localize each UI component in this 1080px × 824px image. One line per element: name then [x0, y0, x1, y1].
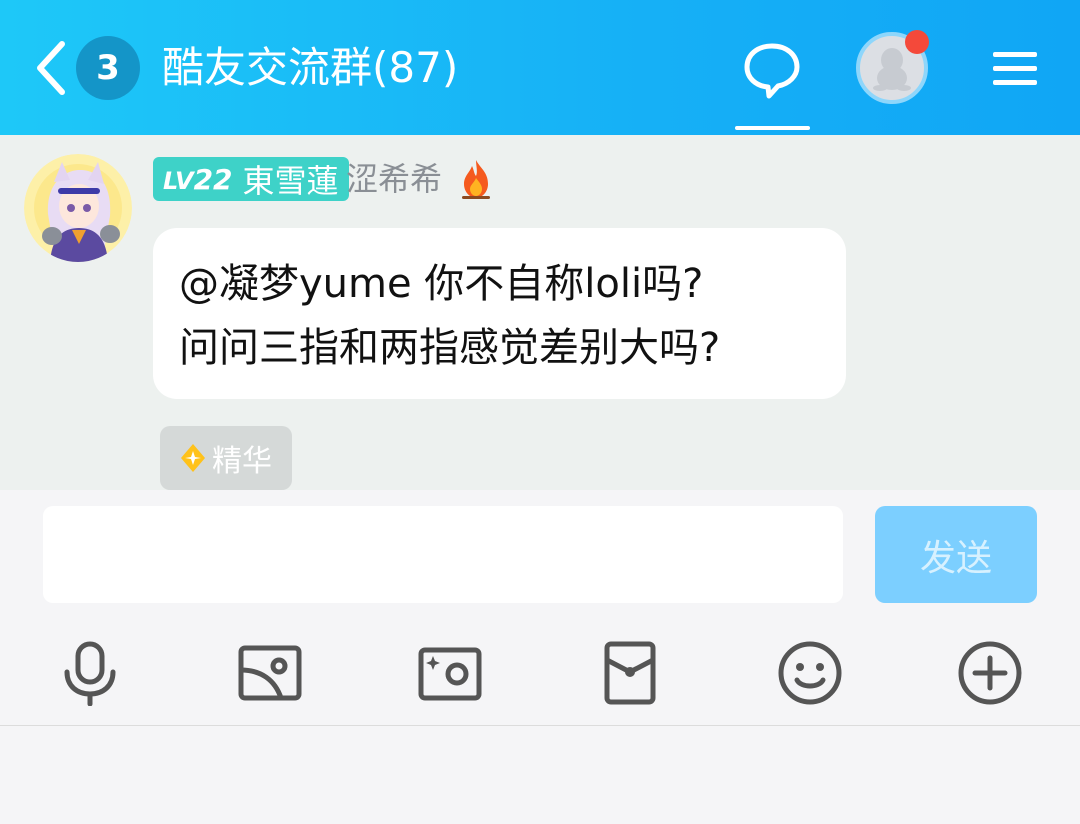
message-input[interactable] — [43, 506, 843, 603]
back-arrow-icon[interactable] — [32, 40, 72, 96]
group-title: 酷友交流群(87) — [162, 43, 459, 92]
active-tab-indicator — [735, 126, 810, 130]
penguin-placeholder-icon — [873, 48, 911, 91]
essence-label: 精华 — [212, 444, 272, 479]
notification-dot — [905, 30, 929, 54]
red-packet-icon[interactable] — [597, 640, 663, 706]
menu-icon[interactable] — [992, 50, 1038, 88]
bottom-panel — [0, 726, 1080, 824]
message-line: 问问三指和两指感觉差别大吗? — [179, 325, 721, 371]
chat-bubble-icon[interactable] — [742, 40, 802, 100]
message-line: @凝梦yume 你不自称loli吗? — [179, 261, 704, 307]
fire-icon — [462, 160, 490, 199]
member-level-badge: LV22 東雪蓮 — [153, 157, 349, 201]
image-icon[interactable] — [237, 640, 303, 706]
microphone-icon[interactable] — [57, 640, 123, 706]
sender-avatar[interactable] — [24, 154, 132, 262]
chat-header: 3 酷友交流群(87) — [0, 0, 1080, 135]
essence-button[interactable]: 精华 — [160, 426, 292, 490]
plus-icon[interactable] — [957, 640, 1023, 706]
unread-count-badge[interactable]: 3 — [76, 36, 140, 100]
emoji-icon[interactable] — [777, 640, 843, 706]
essence-diamond-icon — [181, 444, 205, 472]
send-button[interactable]: 发送 — [875, 506, 1037, 603]
message-bubble[interactable]: @凝梦yume 你不自称loli吗? 问问三指和两指感觉差别大吗? — [153, 228, 846, 399]
camera-icon[interactable] — [417, 640, 483, 706]
member-title-tag: 東雪蓮 — [242, 162, 339, 200]
sender-name[interactable]: 涩希希 — [346, 157, 442, 201]
level-label: LV22 — [163, 162, 233, 196]
